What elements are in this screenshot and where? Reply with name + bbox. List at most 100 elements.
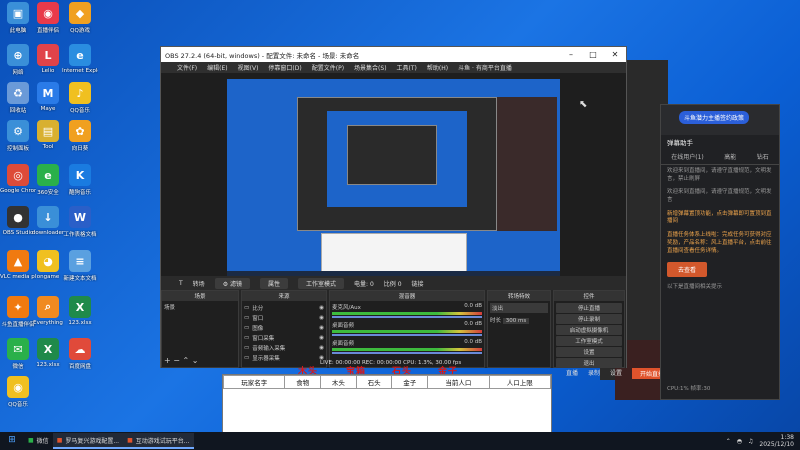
mixer-dock: 混音器 麦克风/Aux 0.0 dB 桌面音频 0.0 dB 桌面音频 0.0 dB [329, 290, 485, 368]
menu-douyu[interactable]: 斗鱼 · 有商平台直播 [458, 63, 512, 72]
scene-item[interactable]: 场景 [164, 303, 236, 311]
transitions-dock: 转场特效 淡出 时长 300 ms [487, 290, 551, 368]
menu-profile[interactable]: 配置文件(P) [312, 63, 344, 72]
down-icon[interactable]: ⌄ [192, 356, 199, 365]
desktop-icon-live-companion[interactable]: ◉ 直播伴侣 [30, 2, 66, 40]
source-item[interactable]: ▭ 显示器采集 ◉ [244, 353, 324, 363]
live-companion-icon: ◉ [37, 2, 59, 24]
desktop-icon-downloader[interactable]: ↓ downloader [30, 206, 66, 244]
chevron-up-icon[interactable]: ⌃ [726, 438, 731, 445]
desktop-icon-qq-game[interactable]: ◆ QQ游戏 [62, 2, 98, 40]
desktop-icon-ie[interactable]: e Internet Explorer [62, 44, 98, 82]
tab-high-energy[interactable]: 高能 [724, 152, 736, 161]
menu-file[interactable]: 文件(F) [177, 63, 197, 72]
menu-help[interactable]: 帮助(H) [427, 63, 448, 72]
taskbar-game-config[interactable]: ■ 罗马复兴游戏配置... [52, 433, 124, 449]
desktop-icon-tool[interactable]: ▤ Tool [30, 120, 66, 158]
taskbar: ⊞ ■ 微信 ■ 罗马复兴游戏配置... ■ 互动游戏试玩平台... ⌃ ◓ ♫ 1:38… [0, 432, 800, 450]
filter-button[interactable]: ⚙ 滤镜 [214, 277, 250, 289]
menu-tools[interactable]: 工具(T) [397, 63, 417, 72]
table-header-cell: 木头 [320, 375, 357, 389]
control-button[interactable]: 设置 [556, 347, 622, 357]
chat-view-button[interactable]: 去查看 [667, 262, 707, 278]
desktop-icon-maye[interactable]: M Maye [30, 82, 66, 120]
control-button[interactable]: 停止录制 [556, 314, 622, 324]
network-tray-icon[interactable]: ◓ [737, 438, 742, 445]
mixer-dock-title: 混音器 [330, 291, 484, 301]
desktop-icon-excel[interactable]: X 123.xlsx [62, 296, 98, 334]
desktop-icon-excel[interactable]: X 123.xlsx [30, 338, 66, 376]
desktop-icon-kugou[interactable]: K 酷狗音乐 [62, 164, 98, 202]
desktop-icon-qqmusic[interactable]: ◉ QQ音乐 [0, 376, 36, 414]
desktop-icon-baidu-netdisk[interactable]: ☁ 百度网盘 [62, 338, 98, 376]
desktop-icon-everything[interactable]: ⌕ Everything [30, 296, 66, 334]
control-button[interactable]: 工作室模式 [556, 336, 622, 346]
tab-online-users[interactable]: 在线用户(1) [671, 152, 704, 161]
menu-edit[interactable]: 编辑(E) [207, 63, 227, 72]
source-item[interactable]: ▭ 窗口采集 ◉ [244, 333, 324, 343]
desktop-icon-text-doc[interactable]: ≡ 新建文本文档 [62, 250, 98, 288]
menu-scene-collection[interactable]: 场景集合(S) [354, 63, 387, 72]
taskbar-interactive-platform[interactable]: ■ 互动游戏试玩平台... [123, 433, 194, 449]
eye-icon[interactable]: ◉ [319, 305, 324, 311]
menu-docks[interactable]: 停靠窗口(D) [268, 63, 301, 72]
source-item[interactable]: ▭ 窗口 ◉ [244, 313, 324, 323]
chat-stats: CPU:1% 帧率:30 [667, 386, 711, 393]
taskbar-item-label: 罗马复兴游戏配置... [65, 437, 120, 445]
close-icon[interactable]: ✕ [604, 50, 626, 59]
chat-message: 以下是直播间相关提示 [667, 284, 723, 291]
taskbar-wechat[interactable]: ■ 微信 [24, 433, 53, 449]
desktop-icon-label: Tool [42, 144, 54, 150]
qq-music-icon: ♪ [69, 82, 91, 104]
desktop-icon-qq-music[interactable]: ♪ QQ音乐 [62, 82, 98, 120]
eye-icon[interactable]: ◉ [319, 345, 324, 351]
maximize-icon[interactable]: □ [582, 50, 604, 59]
desktop-icon-pacman[interactable]: ◕ ongame [30, 250, 66, 288]
source-type-icon: ▭ [244, 345, 250, 351]
studio-mode-button[interactable]: 工作室模式 [298, 277, 345, 289]
up-icon[interactable]: ⌃ [183, 356, 190, 365]
eye-icon[interactable]: ◉ [319, 315, 324, 321]
desktop-icon-sunflower[interactable]: ✿ 向日葵 [62, 120, 98, 158]
desktop-icon-word[interactable]: W 工作表格文档 [62, 206, 98, 244]
settings-button[interactable]: 设置 [610, 368, 622, 379]
eye-icon[interactable]: ◉ [319, 335, 324, 341]
control-button[interactable]: 退出 [556, 358, 622, 368]
channel-db: 0.0 dB [464, 339, 482, 345]
desktop-icon-360[interactable]: e 360安全 [30, 164, 66, 202]
transition-select[interactable]: 淡出 [490, 303, 548, 313]
audio-label: 电量: 0 [354, 280, 374, 288]
tab-diamond[interactable]: 钻石 [757, 152, 769, 161]
add-icon[interactable]: + [164, 356, 171, 365]
source-item[interactable]: ▭ 比分 ◉ [244, 303, 324, 313]
obs-docks: 场景 场景 + − ⌃ ⌄ 来源 ▭ 比分 ◉ ▭ 窗口 ◉ ▭ 图像 ◉ ▭ 窗口采集 ◉ ▭ 音频输入… [161, 290, 626, 368]
preview-game-table [321, 233, 467, 273]
live-button[interactable]: 直播 [566, 368, 578, 379]
chat-banner[interactable]: 斗鱼潜力主播签约政策 [679, 111, 750, 124]
minimize-icon[interactable]: – [560, 50, 582, 59]
duration-input[interactable]: 300 ms [502, 318, 530, 324]
properties-button[interactable]: 属性 [260, 277, 289, 289]
volume-slider[interactable] [332, 352, 482, 354]
tool-icon: ▤ [37, 120, 59, 142]
remove-icon[interactable]: − [173, 356, 180, 365]
clock[interactable]: 1:38 2025/12/10 [759, 434, 794, 448]
desktop-icon-label: 123.xlsx [68, 320, 92, 326]
source-item[interactable]: ▭ 音频输入采集 ◉ [244, 343, 324, 353]
start-button[interactable]: ⊞ [0, 433, 24, 449]
volume-slider[interactable] [332, 316, 482, 318]
table-header-cell: 食物 [284, 375, 322, 389]
menu-view[interactable]: 视图(V) [238, 63, 259, 72]
table-header-cell: 当前人口 [427, 375, 490, 389]
source-item[interactable]: ▭ 图像 ◉ [244, 323, 324, 333]
controls-dock-title: 控件 [554, 291, 624, 301]
desktop-icon-lelio[interactable]: L Lelio [30, 44, 66, 82]
control-button[interactable]: 停止直播 [556, 303, 622, 313]
transform-icon[interactable]: T [179, 280, 183, 287]
eye-icon[interactable]: ◉ [319, 325, 324, 331]
control-button[interactable]: 启动虚拟摄像机 [556, 325, 622, 335]
volume-icon[interactable]: ♫ [748, 438, 753, 445]
record-button[interactable]: 录制 [588, 368, 600, 379]
volume-slider[interactable] [332, 334, 482, 336]
chat-highlight-2: 直播任务体系上线啦：完成任务可获得对应奖励，产品名称：风上直播平台，点击前往直播… [667, 232, 772, 254]
